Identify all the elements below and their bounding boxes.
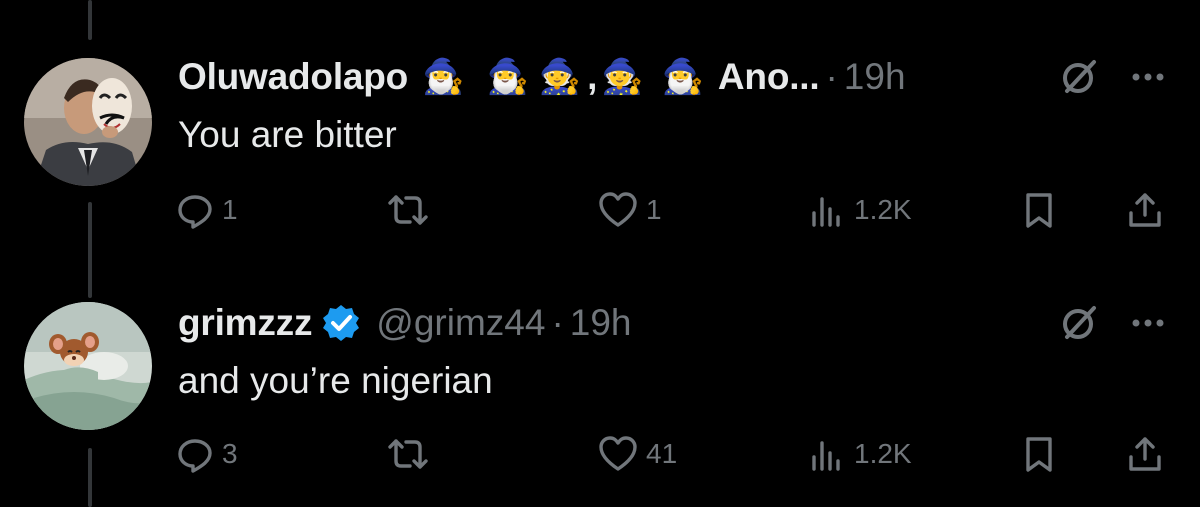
views-button[interactable]: 1.2K (808, 186, 912, 234)
tweet-header: grimzzz @grimz44 · 19h (178, 300, 632, 346)
bookmark-icon (1026, 193, 1052, 228)
tweet-header: Oluwadolapo 🧙‍♂️ 🧙‍♂️ 🧙 , 🧙 🧙‍♂️ Ano... … (178, 54, 906, 100)
like-icon (599, 192, 637, 227)
more-icon[interactable] (1130, 302, 1170, 344)
share-button[interactable] (1126, 186, 1164, 234)
masked-man-avatar-icon (24, 58, 152, 186)
tweet-text: You are bitter (178, 114, 397, 155)
action-bar: 3 41 1.2K (176, 430, 1176, 478)
action-bar: 1 1 1.2K (176, 186, 1176, 234)
views-count: 1.2K (854, 438, 912, 469)
display-name[interactable]: grimzzz (178, 302, 312, 344)
retweet-button[interactable] (386, 186, 438, 234)
separator-dot: · (551, 302, 564, 343)
truncated-name[interactable]: Ano... (718, 56, 820, 98)
wizard-emoji: 🧙 (601, 58, 644, 96)
reply-icon (178, 195, 212, 229)
tweet-text: and you’re nigerian (178, 360, 493, 401)
wizard-emoji: 🧙‍♂️ (422, 58, 465, 96)
name-comma: , (587, 56, 598, 97)
like-count: 1 (646, 194, 662, 225)
retweet-icon (388, 195, 428, 225)
like-button[interactable]: 41 (598, 430, 677, 478)
reply-icon (178, 439, 212, 473)
bookmark-button[interactable] (1020, 186, 1058, 234)
avatar[interactable] (24, 58, 152, 186)
tweet-header-icons (1058, 300, 1170, 346)
separator-dot: · (825, 56, 838, 97)
like-icon (599, 436, 637, 471)
timestamp[interactable]: 19h (570, 302, 632, 344)
tweet-header-icons (1058, 54, 1170, 100)
more-icon[interactable] (1130, 56, 1170, 98)
grok-icon[interactable] (1058, 56, 1100, 98)
display-name[interactable]: Oluwadolapo (178, 56, 408, 98)
reply-button[interactable]: 3 (176, 430, 238, 478)
share-icon (1129, 193, 1161, 227)
bookmark-icon (1026, 437, 1052, 472)
wizard-emoji: 🧙‍♂️ (661, 58, 704, 96)
share-icon (1129, 437, 1161, 471)
views-button[interactable]: 1.2K (808, 430, 912, 478)
retweet-icon (388, 439, 428, 469)
bookmark-button[interactable] (1020, 430, 1058, 478)
share-button[interactable] (1126, 430, 1164, 478)
reply-count: 3 (222, 438, 238, 469)
tweet-1[interactable]: Oluwadolapo 🧙‍♂️ 🧙‍♂️ 🧙 , 🧙 🧙‍♂️ Ano... … (0, 0, 1200, 260)
handle[interactable]: @grimz44 (376, 302, 545, 344)
reply-count: 1 (222, 194, 238, 225)
avatar[interactable] (24, 302, 152, 430)
views-count: 1.2K (854, 194, 912, 225)
wizard-emoji: 🧙 (538, 58, 582, 96)
reply-button[interactable]: 1 (176, 186, 238, 234)
grok-icon[interactable] (1058, 302, 1100, 344)
views-icon (812, 441, 840, 471)
views-icon (812, 197, 840, 227)
tweet-2[interactable]: grimzzz @grimz44 · 19h and you’re nigeri… (0, 260, 1200, 507)
timestamp[interactable]: 19h (844, 56, 906, 98)
like-button[interactable]: 1 (598, 186, 662, 234)
wizard-emoji: 🧙‍♂️ (486, 58, 529, 96)
cartoon-mouse-avatar-icon (24, 302, 152, 430)
like-count: 41 (646, 438, 678, 469)
verified-badge-icon (322, 304, 360, 342)
retweet-button[interactable] (386, 430, 438, 478)
